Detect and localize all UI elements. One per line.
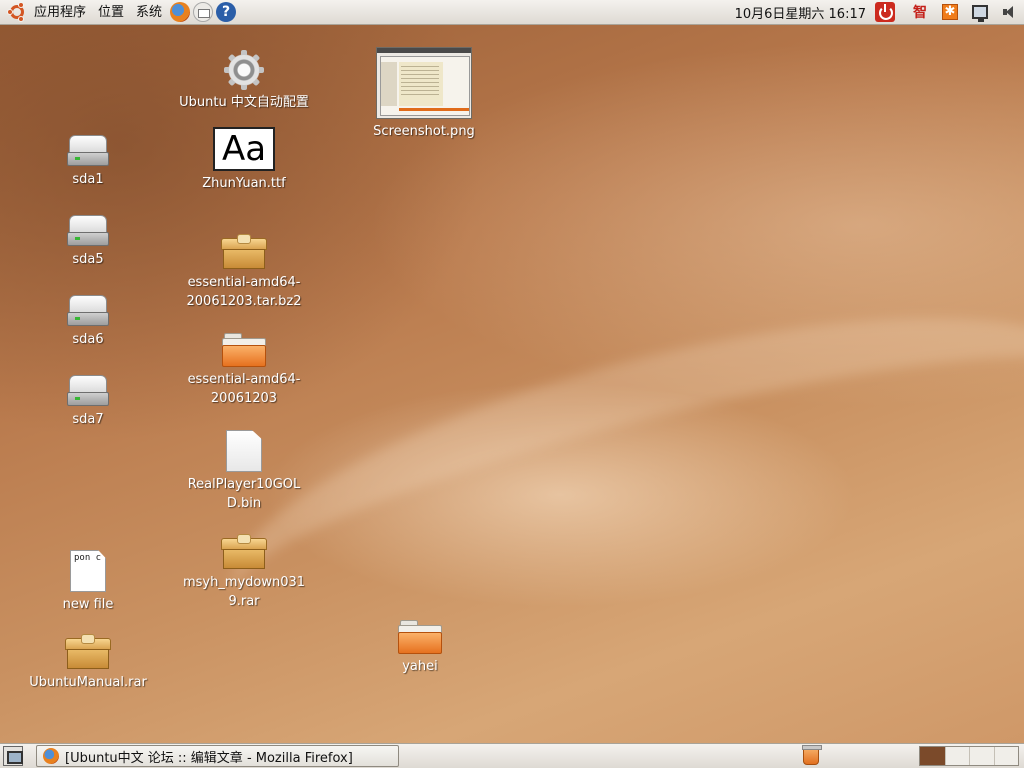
package-icon [221,234,267,270]
show-desktop-button[interactable] [3,746,23,766]
menu-places[interactable]: 位置 [92,0,130,25]
desktop-icon-sda1[interactable]: sda1 [18,135,158,189]
volume-icon [1003,5,1017,19]
desktop-icon-label: sda7 [72,412,104,427]
desktop-icon-sda6[interactable]: sda6 [18,295,158,349]
firefox-icon [170,2,191,22]
desktop-icon-label: Ubuntu 中文自动配置 [179,95,309,110]
firefox-icon [43,748,59,764]
taskbar-window-title: [Ubuntu中文 论坛 :: 编辑文章 - Mozilla Firefox] [65,750,353,766]
mail-launcher[interactable] [192,1,214,23]
help-launcher[interactable]: ? [215,1,237,23]
wallpaper-swoosh [201,249,1024,721]
bottom-panel: [Ubuntu中文 论坛 :: 编辑文章 - Mozilla Firefox] [0,743,1024,768]
ime-icon: 智 [913,5,927,21]
help-icon: ? [216,2,237,22]
desktop-icon-label: yahei [402,659,438,674]
network-button[interactable] [970,2,990,22]
workspace-3[interactable] [970,747,995,765]
desktop-icon-label: msyh_mydown0319.rar [182,575,306,609]
desktop-icon-label: ZhunYuan.ttf [202,176,286,191]
package-icon [221,534,267,570]
desktop-icon-screenshot[interactable]: Screenshot.png [354,47,494,141]
update-icon: ✱ [942,4,958,20]
taskbar-window-button[interactable]: [Ubuntu中文 论坛 :: 编辑文章 - Mozilla Firefox] [36,745,399,767]
workspace-2[interactable] [946,747,971,765]
shutdown-button[interactable] [875,2,895,22]
desktop-icon-realplayer[interactable]: RealPlayer10GOLD.bin [174,430,314,513]
desktop-icon-label: sda1 [72,172,104,187]
blank-file-icon [226,430,262,472]
text-file-icon: pon c [70,550,106,592]
workspace-4[interactable] [995,747,1018,765]
trash-icon[interactable] [802,745,822,765]
workspace-1[interactable] [920,747,946,765]
workspace-switcher[interactable] [919,746,1019,766]
desktop-icon-ubuntu-manual[interactable]: UbuntuManual.rar [18,634,158,692]
desktop-icon-sda5[interactable]: sda5 [18,215,158,269]
desktop-icon-label: UbuntuManual.rar [29,675,147,690]
update-notifier-button[interactable]: ✱ [940,2,960,22]
power-icon [875,2,895,22]
network-icon [972,5,988,22]
desktop-icon-sda7[interactable]: sda7 [18,375,158,429]
desktop-icon-new-file[interactable]: pon c new file [18,550,158,614]
desktop-icon-yahei[interactable]: yahei [350,620,490,676]
desktop-icon-label: essential-amd64-20061203.tar.bz2 [186,275,302,309]
desktop-icon-ubuntu-config[interactable]: Ubuntu 中文自动配置 [174,50,314,112]
desktop-icon-msyh-rar[interactable]: msyh_mydown0319.rar [174,534,314,611]
gear-icon [224,50,264,90]
desktop-icon-label: new file [62,597,114,612]
desktop-icon-label: Screenshot.png [373,124,475,139]
input-method-button[interactable]: 智 [910,2,930,22]
desktop-icon-label: sda6 [72,332,104,347]
folder-icon [398,620,442,654]
hard-drive-icon [67,135,109,167]
desktop-icon-essential-folder[interactable]: essential-amd64-20061203 [174,333,314,408]
desktop-icon-label: sda5 [72,252,104,267]
folder-icon [222,333,266,367]
hard-drive-icon [67,215,109,247]
ubuntu-logo-icon[interactable] [6,1,28,23]
top-panel: 应用程序 位置 系统 ? 10月6日星期六 16:17 智 ✱ [0,0,1024,25]
menu-system[interactable]: 系统 [130,0,168,25]
firefox-launcher[interactable] [169,1,191,23]
hard-drive-icon [67,295,109,327]
menu-applications[interactable]: 应用程序 [28,0,92,25]
desktop[interactable]: Ubuntu 中文自动配置 Screenshot.png sda1 Aa Zhu… [0,25,1024,743]
font-file-icon: Aa [213,127,275,171]
image-thumbnail-icon [376,47,472,119]
package-icon [65,634,111,670]
desktop-icon-font[interactable]: Aa ZhunYuan.ttf [174,127,314,193]
desktop-icon-essential-tarball[interactable]: essential-amd64-20061203.tar.bz2 [174,234,314,311]
hard-drive-icon [67,375,109,407]
volume-button[interactable] [1000,2,1020,22]
mail-icon [193,2,214,22]
clock[interactable]: 10月6日星期六 16:17 [735,3,866,22]
desktop-icon-label: RealPlayer10GOLD.bin [187,477,301,511]
desktop-icon-label: essential-amd64-20061203 [187,372,301,406]
